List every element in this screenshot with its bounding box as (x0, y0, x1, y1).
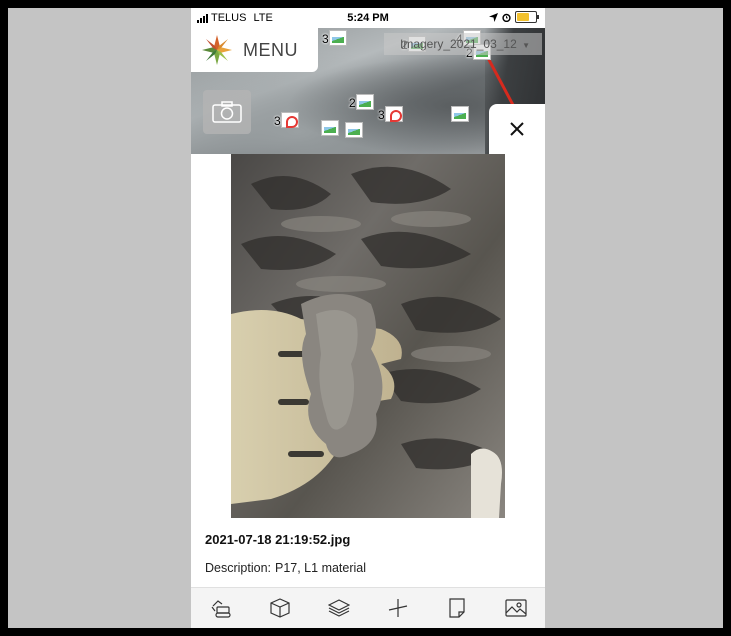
description-value: P17, L1 material (275, 561, 367, 575)
map-pin-pdf[interactable]: 3 (274, 110, 299, 132)
phone-screen: TELUS LTE 5:24 PM 3 2 4 2 3 2 3 (191, 8, 545, 628)
status-icons (489, 11, 539, 23)
map-pin[interactable] (447, 104, 469, 126)
image-icon (504, 599, 527, 617)
box-3d-icon (269, 598, 290, 618)
note-tool-button[interactable] (437, 590, 477, 626)
photo-container (191, 154, 545, 524)
close-button[interactable] (489, 104, 545, 154)
measure-tool-button[interactable] (378, 590, 418, 626)
map-pin-pdf[interactable]: 3 (378, 104, 403, 126)
camera-icon (212, 101, 242, 123)
excavator-tool-button[interactable] (201, 590, 241, 626)
photo-filename: 2021-07-18 21:19:52.jpg (205, 532, 351, 547)
screenshot-frame: TELUS LTE 5:24 PM 3 2 4 2 3 2 3 (8, 8, 723, 628)
layers-tool-button[interactable] (319, 590, 359, 626)
location-arrow-icon (489, 12, 498, 22)
layer-select[interactable]: Imagery_2021_03_12 ▼ (384, 33, 542, 55)
chevron-down-icon: ▼ (522, 41, 531, 50)
map-pin[interactable]: 3 (322, 28, 347, 50)
note-icon (448, 598, 465, 618)
excavator-icon (211, 600, 231, 618)
menu-button[interactable]: MENU (191, 28, 318, 72)
menu-label: MENU (243, 39, 298, 60)
bottom-toolbar (191, 587, 545, 628)
soil-sample-photo[interactable] (231, 154, 505, 518)
map-pin[interactable]: 2 (349, 92, 374, 114)
alarm-icon (502, 13, 511, 22)
map-pin[interactable] (317, 118, 339, 140)
status-bar: TELUS LTE 5:24 PM (191, 8, 545, 28)
map-pin[interactable] (341, 120, 363, 142)
description-label: Description: (205, 561, 271, 575)
battery-icon (515, 11, 539, 23)
measure-icon (388, 599, 407, 617)
close-icon (510, 122, 524, 136)
app-logo-icon (202, 35, 232, 65)
image-tool-button[interactable] (496, 590, 536, 626)
layer-select-value: Imagery_2021_03_12 (400, 37, 517, 51)
camera-button[interactable] (203, 90, 251, 134)
3d-model-tool-button[interactable] (260, 590, 300, 626)
photo-description: Description: P17, L1 material (205, 561, 366, 575)
layers-icon (327, 599, 350, 617)
